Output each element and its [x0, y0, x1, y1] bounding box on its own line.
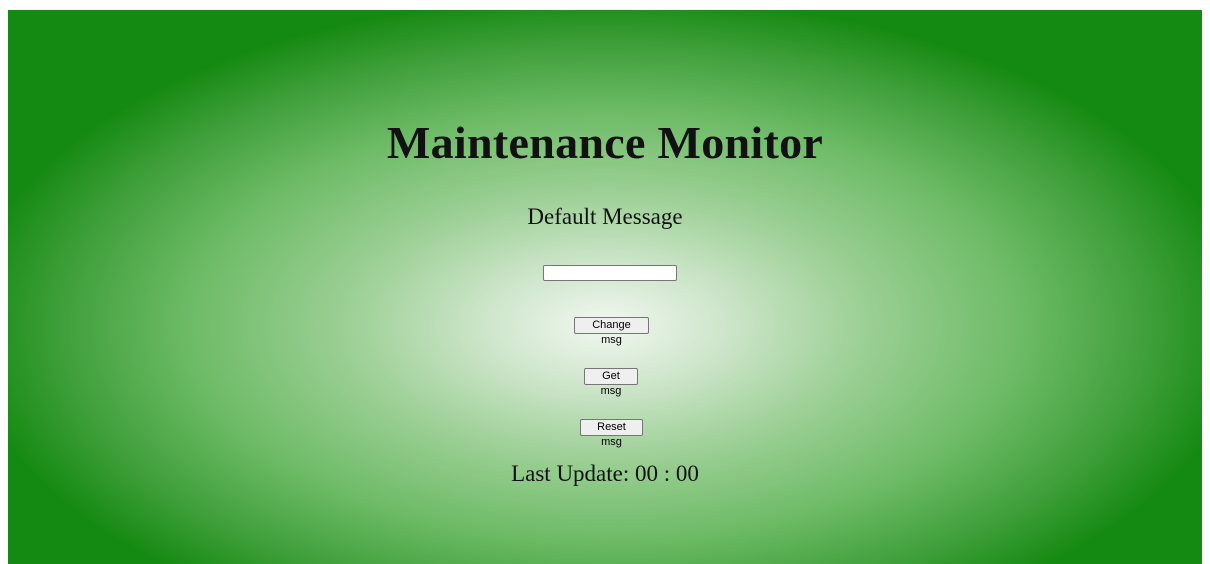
change-msg-button[interactable]: Change msg	[574, 317, 649, 346]
page-background: Maintenance Monitor Default Message Chan…	[8, 10, 1202, 564]
message-text: Default Message	[527, 204, 683, 229]
last-update: Last Update: 00 : 00	[8, 461, 1202, 487]
page-title: Maintenance Monitor	[386, 117, 824, 168]
last-update-time: 00 : 00	[635, 461, 699, 486]
message-input[interactable]	[543, 265, 677, 281]
reset-msg-button[interactable]: Reset msg	[580, 419, 643, 448]
last-update-label: Last Update:	[511, 461, 630, 486]
get-msg-button[interactable]: Get msg	[584, 368, 638, 397]
